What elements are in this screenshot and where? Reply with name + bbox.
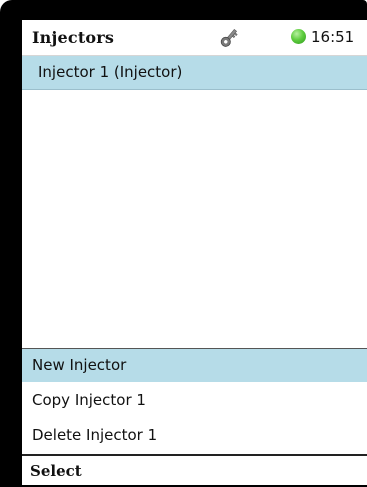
menu-item-label: New Injector bbox=[32, 356, 127, 374]
softkey-bar: Select bbox=[22, 454, 367, 485]
menu-item-delete-injector[interactable]: Delete Injector 1 bbox=[22, 419, 367, 452]
options-menu: New Injector Copy Injector 1 Delete Inje… bbox=[22, 348, 367, 454]
menu-item-new-injector[interactable]: New Injector bbox=[22, 349, 367, 382]
menu-item-copy-injector[interactable]: Copy Injector 1 bbox=[22, 384, 367, 417]
list-item-label: Injector 1 (Injector) bbox=[38, 63, 183, 81]
select-softkey[interactable]: Select bbox=[30, 462, 82, 480]
menu-item-label: Delete Injector 1 bbox=[32, 426, 158, 444]
page-title: Injectors bbox=[32, 28, 115, 47]
menu-item-label: Copy Injector 1 bbox=[32, 391, 146, 409]
injector-list: Injector 1 (Injector) bbox=[22, 56, 367, 348]
clock: 16:51 bbox=[311, 28, 355, 46]
title-bar: Injectors 16:51 bbox=[22, 20, 367, 56]
list-item[interactable]: Injector 1 (Injector) bbox=[22, 56, 367, 90]
device-screen: Injectors 16:51 Injector 1 (Injector) Ne… bbox=[22, 20, 367, 485]
key-icon bbox=[220, 28, 238, 47]
status-indicator-icon bbox=[291, 29, 306, 44]
